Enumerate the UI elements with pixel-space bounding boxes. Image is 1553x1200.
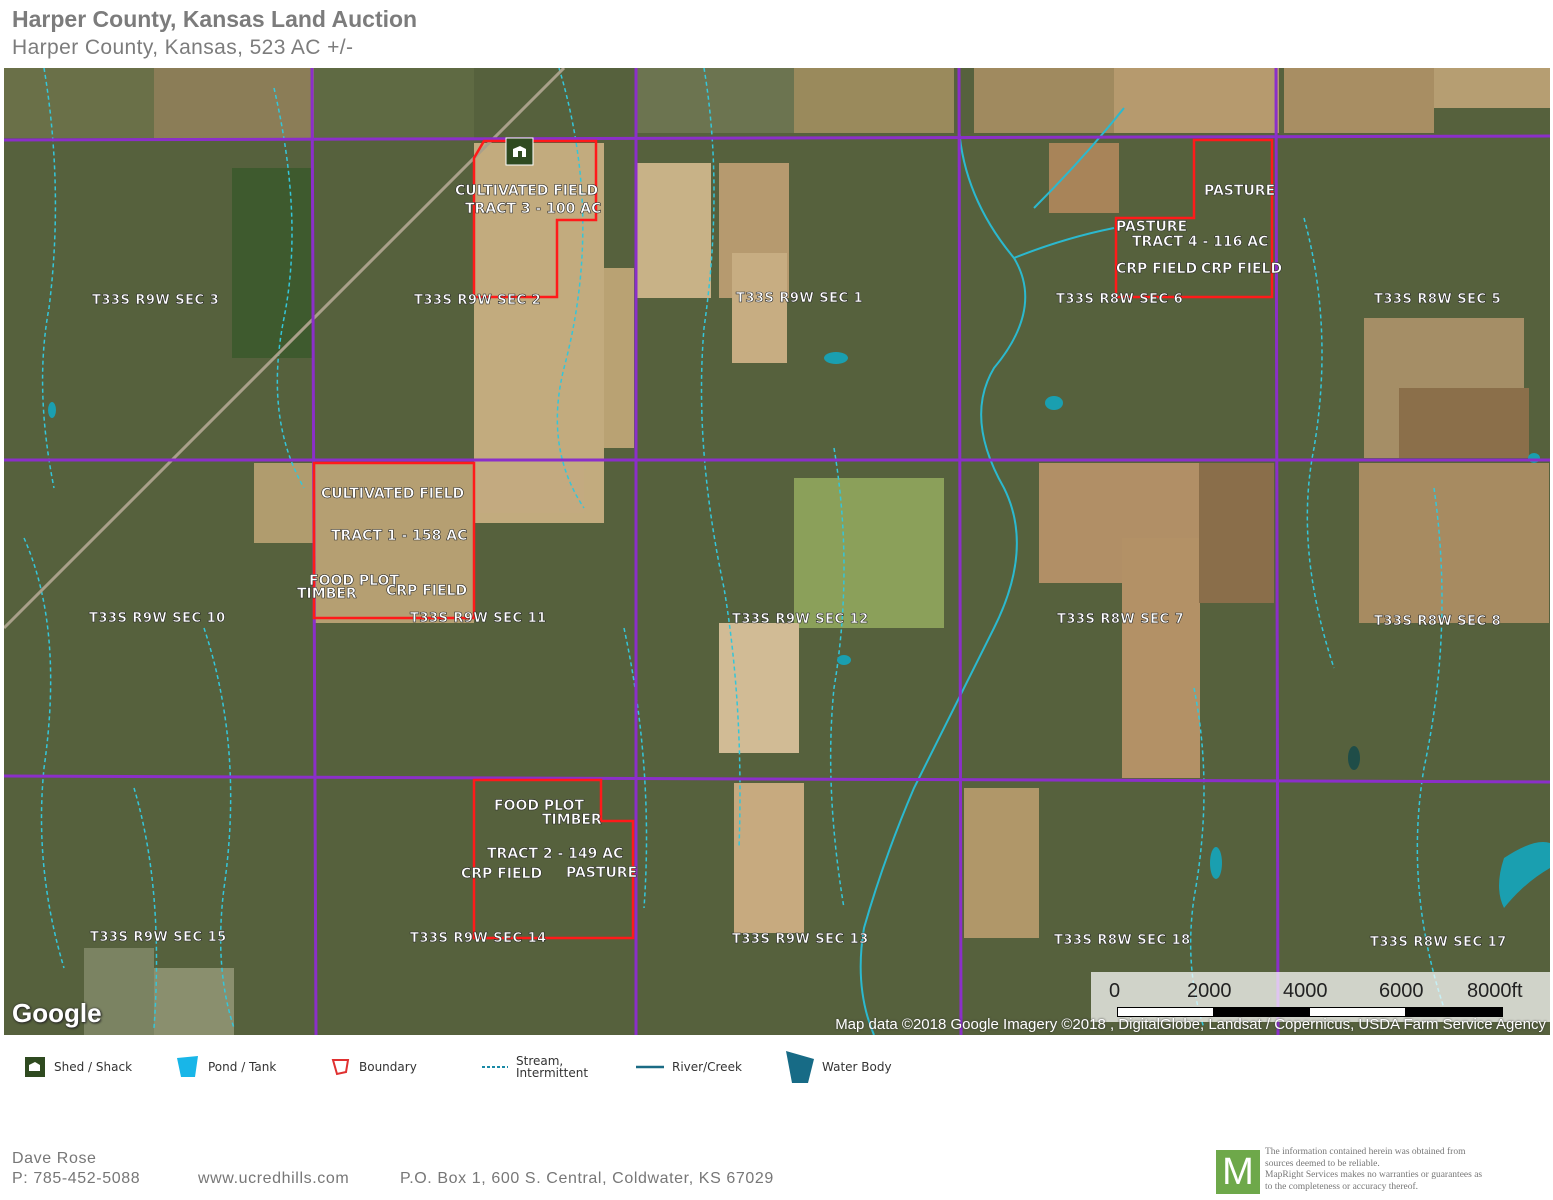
map-legend: Shed / Shack Pond / Tank Boundary Stream… <box>0 1050 1553 1090</box>
water-body-icon <box>786 1051 814 1083</box>
tract1-label: TIMBER <box>297 586 357 602</box>
legend-boundary: Boundary <box>331 1050 417 1084</box>
agent-phone: P: 785-452-5088 <box>12 1170 141 1187</box>
legend-label: Pond / Tank <box>208 1060 277 1074</box>
tract4-label: CRP FIELD <box>1201 261 1282 277</box>
tract1-label: CULTIVATED FIELD <box>321 486 464 502</box>
aerial-map[interactable]: T33S R9W SEC 3 T33S R9W SEC 2 T33S R9W S… <box>4 68 1550 1035</box>
mapright-logo: M <box>1216 1150 1260 1194</box>
legend-river: River/Creek <box>636 1050 742 1084</box>
legend-water: Water Body <box>786 1050 892 1084</box>
legend-label: Water Body <box>822 1060 892 1074</box>
mailing-address: P.O. Box 1, 600 S. Central, Coldwater, K… <box>400 1170 774 1187</box>
legend-label: Shed / Shack <box>54 1060 133 1074</box>
section-label: T33S R9W SEC 12 <box>732 612 869 627</box>
section-label: T33S R9W SEC 10 <box>89 611 226 626</box>
boundary-icon <box>331 1059 350 1076</box>
section-label: T33S R8W SEC 6 <box>1056 292 1183 307</box>
agent-name: Dave Rose <box>12 1150 97 1167</box>
tract2-label: TRACT 2 - 149 AC <box>487 846 623 862</box>
section-label: T33S R9W SEC 13 <box>732 932 869 947</box>
tract1-label: TRACT 1 - 158 AC <box>331 528 467 544</box>
section-label: T33S R8W SEC 7 <box>1057 612 1184 627</box>
google-logo: Google <box>12 998 102 1028</box>
field-patches <box>4 68 1550 1035</box>
legend-stream: Stream, Intermittent <box>482 1050 588 1084</box>
scale-bar: 0 2000 4000 6000 8000ft <box>1091 972 1550 1022</box>
map-canvas: T33S R9W SEC 3 T33S R9W SEC 2 T33S R9W S… <box>4 68 1550 1035</box>
website-link[interactable]: www.ucredhills.com <box>198 1170 349 1188</box>
tract2-label: CRP FIELD <box>461 866 542 882</box>
map-title: Harper County, Kansas Land Auction <box>12 6 418 32</box>
tract3-label: TRACT 3 - 100 AC <box>465 201 601 217</box>
section-label: T33S R9W SEC 2 <box>414 293 541 308</box>
disclaimer: The information contained herein was obt… <box>1265 1147 1553 1193</box>
tract4-label: PASTURE <box>1116 219 1187 235</box>
stream-icon <box>482 1066 508 1068</box>
scale-tick: 0 <box>1109 980 1121 1002</box>
shed-icon <box>25 1057 45 1077</box>
scale-tick: 6000 <box>1379 980 1424 1002</box>
legend-shed: Shed / Shack <box>24 1050 132 1084</box>
disclaimer-line: MapRight Services makes no warranties or… <box>1265 1170 1483 1180</box>
section-label: T33S R8W SEC 18 <box>1054 933 1191 948</box>
tract4-label: TRACT 4 - 116 AC <box>1132 234 1268 250</box>
tract2-label: PASTURE <box>566 865 637 881</box>
legend-pond: Pond / Tank <box>176 1050 276 1084</box>
disclaimer-line: sources deemed to be reliable. <box>1265 1158 1380 1169</box>
map-subtitle: Harper County, Kansas, 523 AC +/- <box>12 36 354 59</box>
tract4-label: CRP FIELD <box>1116 261 1197 277</box>
pond-icon <box>177 1056 198 1077</box>
scale-tick: 8000ft <box>1467 980 1523 1002</box>
section-label: T33S R9W SEC 1 <box>736 291 863 306</box>
scale-tick: 2000 <box>1187 980 1232 1002</box>
tract4-label: PASTURE <box>1204 183 1275 199</box>
legend-label-line: Intermittent <box>516 1066 589 1080</box>
disclaimer-line: to the completeness or accuracy thereof. <box>1265 1181 1418 1192</box>
tract3-label: CULTIVATED FIELD <box>455 183 598 199</box>
section-label: T33S R8W SEC 17 <box>1370 935 1507 950</box>
disclaimer-line: The information contained herein was obt… <box>1265 1147 1466 1157</box>
legend-label: Boundary <box>359 1060 417 1074</box>
tract2-label: TIMBER <box>542 812 602 828</box>
scale-tick: 4000 <box>1283 980 1328 1002</box>
river-icon <box>636 1065 664 1069</box>
map-credit: Map data ©2018 Google Imagery ©2018 , Di… <box>835 1016 1546 1033</box>
section-label: T33S R8W SEC 5 <box>1374 292 1501 307</box>
section-label: T33S R9W SEC 15 <box>90 930 227 945</box>
tract1-label: CRP FIELD <box>386 583 467 599</box>
shed-icon[interactable] <box>505 137 534 166</box>
legend-label: River/Creek <box>672 1060 742 1074</box>
section-label: T33S R9W SEC 14 <box>410 931 547 946</box>
legend-label: Stream, Intermittent <box>516 1055 588 1079</box>
section-label: T33S R8W SEC 8 <box>1374 614 1501 629</box>
section-label: T33S R9W SEC 11 <box>410 611 547 626</box>
section-label: T33S R9W SEC 3 <box>92 293 219 308</box>
